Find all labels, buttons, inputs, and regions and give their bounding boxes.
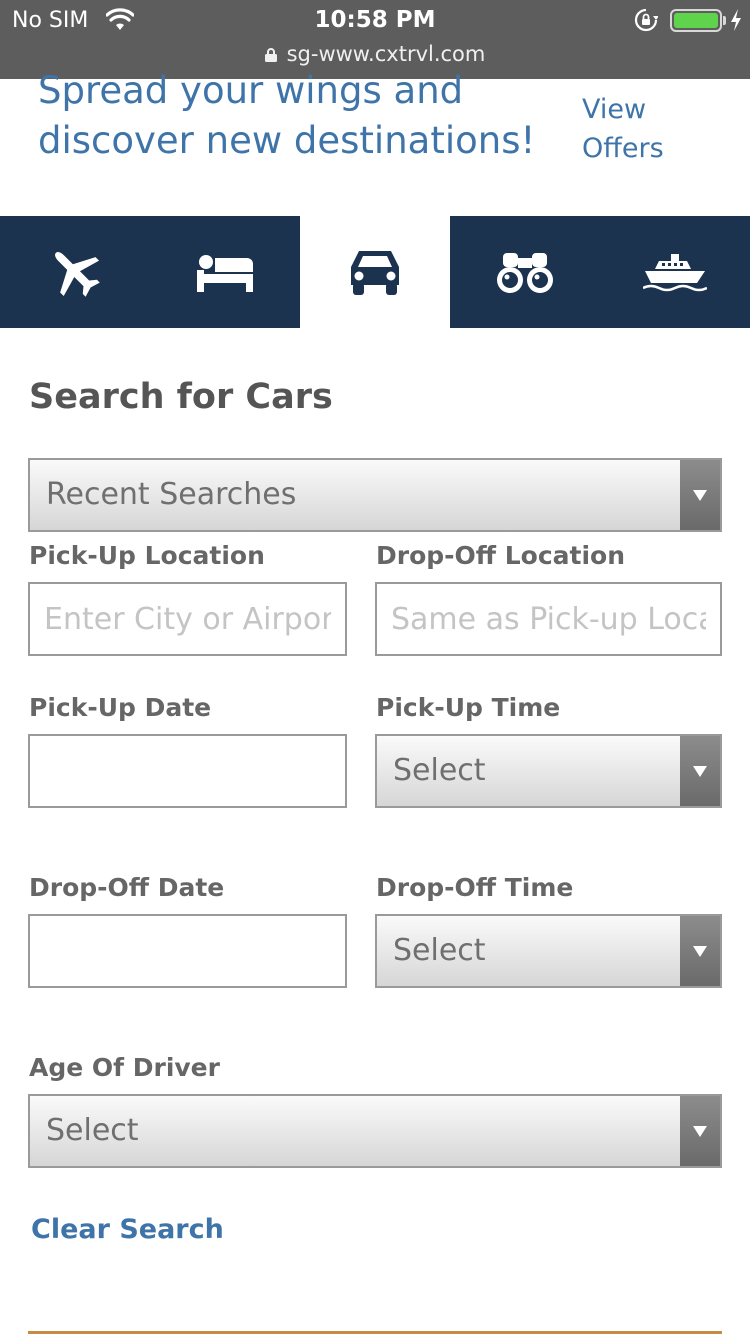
pickup-location-input[interactable]	[28, 582, 347, 656]
chevron-down-icon	[680, 916, 720, 986]
tab-cruises[interactable]	[600, 216, 750, 328]
driver-age-value: Select	[46, 1113, 139, 1148]
rotation-lock-icon	[634, 8, 658, 32]
url-bar[interactable]: sg-www.cxtrvl.com	[0, 42, 750, 66]
battery-tip	[723, 16, 726, 25]
dropoff-time-label: Drop-Off Time	[376, 873, 574, 902]
url-text: sg-www.cxtrvl.com	[286, 42, 486, 66]
dropoff-date-label: Drop-Off Date	[29, 873, 225, 902]
dropoff-date-input[interactable]	[28, 914, 347, 988]
recent-searches-value: Recent Searches	[46, 477, 297, 512]
product-tab-bar	[0, 216, 750, 328]
cruise-ship-icon	[643, 254, 707, 292]
binoculars-icon	[497, 253, 553, 293]
tab-flights[interactable]	[0, 216, 150, 328]
tab-cars[interactable]	[300, 216, 450, 328]
dropoff-location-input[interactable]	[375, 582, 722, 656]
driver-age-label: Age Of Driver	[29, 1053, 220, 1082]
dropoff-time-select[interactable]: Select	[375, 914, 722, 988]
battery-icon	[670, 9, 722, 32]
pickup-time-label: Pick-Up Time	[376, 693, 561, 722]
chevron-down-icon	[680, 460, 720, 530]
view-offers-link[interactable]: View Offers	[582, 90, 702, 168]
tab-hotels[interactable]	[150, 216, 300, 328]
pickup-date-input[interactable]	[28, 734, 347, 808]
pickup-location-label: Pick-Up Location	[29, 541, 265, 570]
airplane-icon	[55, 252, 100, 297]
clear-search-link[interactable]: Clear Search	[31, 1214, 224, 1245]
chevron-down-icon	[680, 1096, 720, 1166]
car-icon	[351, 251, 399, 295]
recent-searches-select[interactable]: Recent Searches	[28, 458, 722, 532]
pickup-time-value: Select	[393, 753, 486, 788]
driver-age-select[interactable]: Select	[28, 1094, 722, 1168]
dropoff-time-value: Select	[393, 933, 486, 968]
padlock-icon	[264, 48, 277, 62]
charging-bolt-icon	[731, 9, 741, 31]
tab-activities[interactable]	[450, 216, 600, 328]
page-title: Search for Cars	[29, 377, 333, 417]
dropoff-location-label: Drop-Off Location	[376, 541, 626, 570]
chevron-down-icon	[680, 736, 720, 806]
promo-text: Spread your wings and discover new desti…	[38, 69, 536, 162]
pickup-date-label: Pick-Up Date	[29, 693, 212, 722]
bed-icon	[197, 255, 253, 292]
pickup-time-select[interactable]: Select	[375, 734, 722, 808]
